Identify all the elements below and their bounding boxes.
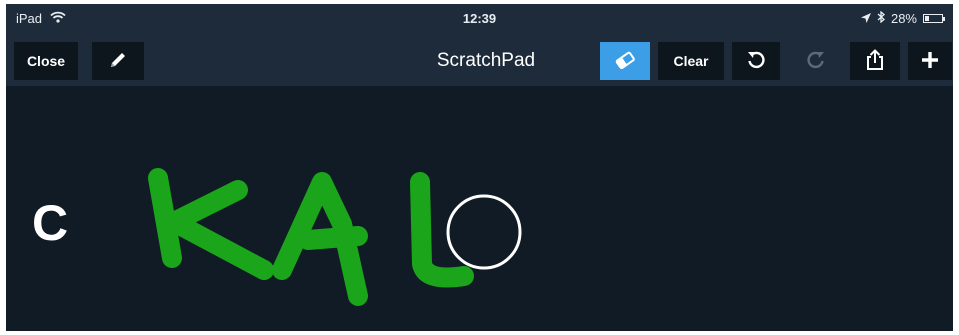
battery-percent: 28% [890,10,917,26]
pencil-icon [107,49,129,74]
add-button[interactable] [908,42,952,80]
location-arrow-icon [860,11,871,26]
ink-stroke-l [410,172,474,288]
undo-icon [745,49,767,74]
undo-button[interactable] [732,42,780,80]
status-bar: iPad 12:39 28% [6,4,953,32]
clear-button[interactable]: Clear [658,42,724,80]
pencil-tool-button[interactable] [92,42,144,80]
eraser-cursor-icon [446,194,522,270]
status-time: 12:39 [462,11,497,26]
share-button[interactable] [850,42,900,80]
battery-fill [925,15,929,21]
toolbar: Close ScratchPad Clear [6,32,953,86]
redo-icon [805,49,827,74]
drawing-canvas[interactable]: C [6,86,953,331]
ink-stroke-a-bar [298,226,368,250]
share-icon [864,48,886,75]
ink-stroke-k-arm [164,180,274,280]
handwritten-drawing [148,168,522,306]
battery-icon [923,13,945,23]
plus-icon [920,50,940,73]
close-button-label: Close [26,53,66,69]
page-title: ScratchPad [436,50,536,71]
clear-button-label: Clear [673,53,709,69]
bluetooth-icon [877,10,885,26]
ipad-screen: iPad 12:39 28% Close ScratchPad Clear C [6,4,953,331]
eraser-tool-button[interactable] [600,42,650,80]
status-right: 28% [860,4,945,32]
close-button[interactable]: Close [14,42,78,80]
eraser-icon [613,49,637,74]
redo-button[interactable] [790,42,842,80]
